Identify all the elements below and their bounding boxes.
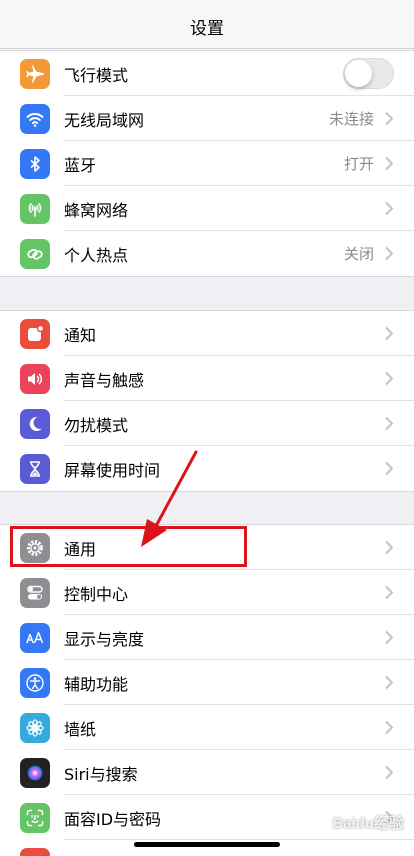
watermark-logo: Baidu经验 <box>332 815 404 832</box>
settings-row-label: 蜂窝网络 <box>64 200 129 220</box>
gear-icon <box>20 532 50 563</box>
moon-icon <box>20 408 50 439</box>
cellular-antenna-icon <box>20 193 50 224</box>
airplane-mode-toggle[interactable] <box>343 58 394 89</box>
chevron-right-icon <box>385 720 394 735</box>
settings-group-notifications: 通知 声音与触感 勿扰模式 屏幕使用时间 <box>0 310 414 492</box>
face-id-icon <box>20 802 50 833</box>
settings-row-label: 屏幕使用时间 <box>64 460 161 480</box>
chevron-right-icon <box>385 461 394 476</box>
chevron-right-icon <box>385 630 394 645</box>
chevron-right-icon <box>385 201 394 216</box>
settings-row-control-center[interactable]: 控制中心 <box>0 570 414 615</box>
siri-icon <box>20 757 50 788</box>
settings-row-display[interactable]: 显示与亮度 <box>0 615 414 660</box>
chevron-right-icon <box>385 675 394 690</box>
settings-row-value: 打开 <box>343 155 374 173</box>
home-indicator[interactable] <box>134 842 280 847</box>
settings-row-label: 飞行模式 <box>64 65 129 85</box>
hotspot-link-icon <box>20 238 50 269</box>
settings-row-label: 无线局域网 <box>64 110 145 130</box>
settings-row-siri[interactable]: Siri与搜索 <box>0 750 414 795</box>
settings-row-label: 通用 <box>64 539 97 559</box>
airplane-icon <box>20 58 50 89</box>
notification-icon <box>20 318 50 349</box>
settings-row-label: 控制中心 <box>64 584 129 604</box>
hourglass-icon <box>20 453 50 484</box>
settings-row-accessibility[interactable]: 辅助功能 <box>0 660 414 705</box>
chevron-right-icon <box>385 585 394 600</box>
settings-row-sounds[interactable]: 声音与触感 <box>0 356 414 401</box>
chevron-right-icon <box>385 111 394 126</box>
chevron-right-icon <box>385 326 394 341</box>
settings-row-screentime[interactable]: 屏幕使用时间 <box>0 446 414 491</box>
chevron-right-icon <box>385 765 394 780</box>
chevron-right-icon <box>385 371 394 386</box>
settings-row-label: 显示与亮度 <box>64 629 145 649</box>
settings-row-airplane[interactable]: 飞行模式 <box>0 51 414 96</box>
settings-row-label: 勿扰模式 <box>64 415 129 435</box>
settings-row-value: 关闭 <box>343 245 374 263</box>
switches-icon <box>20 577 50 608</box>
settings-row-notifications[interactable]: 通知 <box>0 311 414 356</box>
accessibility-icon <box>20 667 50 698</box>
navigation-bar: 设置 <box>0 0 414 49</box>
toggle-knob <box>345 60 372 87</box>
settings-row-wifi[interactable]: 无线局域网 未连接 <box>0 96 414 141</box>
page-title: 设置 <box>190 18 224 39</box>
settings-screen: 设置 飞行模式 无线局域网 未连接 蓝牙 打开 蜂窝网络 个人热点 关闭 通知 … <box>0 0 414 856</box>
settings-row-label: 墙纸 <box>64 719 97 739</box>
chevron-right-icon <box>385 416 394 431</box>
chevron-right-icon <box>385 540 394 555</box>
wifi-icon <box>20 103 50 134</box>
settings-row-label: 声音与触感 <box>64 370 145 390</box>
settings-row-label: 通知 <box>64 325 97 345</box>
settings-row-cellular[interactable]: 蜂窝网络 <box>0 186 414 231</box>
sos-icon <box>20 847 50 856</box>
settings-row-wallpaper[interactable]: 墙纸 <box>0 705 414 750</box>
settings-row-label: 面容ID与密码 <box>64 809 162 829</box>
settings-group-general: 通用 控制中心 显示与亮度 辅助功能 墙纸 Siri与搜索 面容ID与密码 <box>0 524 414 856</box>
speaker-icon <box>20 363 50 394</box>
settings-row-value: 未连接 <box>328 110 374 128</box>
settings-row-label: Siri与搜索 <box>64 764 138 784</box>
settings-row-label: 个人热点 <box>64 245 129 265</box>
settings-row-dnd[interactable]: 勿扰模式 <box>0 401 414 446</box>
chevron-right-icon <box>385 156 394 171</box>
bluetooth-icon <box>20 148 50 179</box>
settings-row-label: 辅助功能 <box>64 674 129 694</box>
chevron-right-icon <box>385 246 394 261</box>
settings-row-bluetooth[interactable]: 蓝牙 打开 <box>0 141 414 186</box>
settings-row-hotspot[interactable]: 个人热点 关闭 <box>0 231 414 276</box>
settings-row-general[interactable]: 通用 <box>0 525 414 570</box>
settings-row-label: 蓝牙 <box>64 155 97 175</box>
text-size-icon <box>20 622 50 653</box>
flower-icon <box>20 712 50 743</box>
settings-group-connectivity: 飞行模式 无线局域网 未连接 蓝牙 打开 蜂窝网络 个人热点 关闭 <box>0 50 414 277</box>
